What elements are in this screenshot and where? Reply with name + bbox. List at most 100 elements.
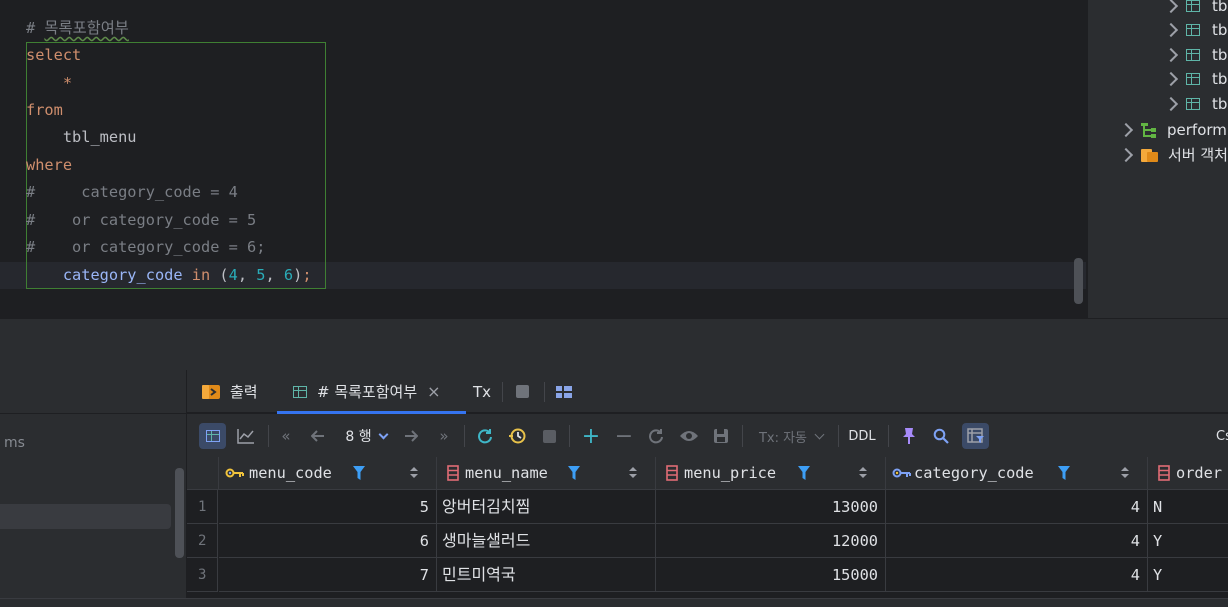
column-icon <box>447 465 459 481</box>
save-icon[interactable] <box>709 423 733 449</box>
row-number: 2 <box>187 524 218 558</box>
chevron-right-icon[interactable] <box>1163 96 1179 111</box>
code-line-star: * <box>26 74 73 92</box>
table-cell[interactable]: N <box>1148 490 1228 524</box>
close-tab-icon[interactable]: × <box>427 382 440 401</box>
output-icon <box>202 384 220 399</box>
tree-item-table[interactable]: tb <box>1163 42 1227 67</box>
stop-icon[interactable] <box>516 370 529 413</box>
row-number-header <box>187 457 219 490</box>
search-icon[interactable] <box>930 423 952 449</box>
code-line-comment-title: # 목록포함여부 <box>26 19 129 37</box>
chevron-right-icon[interactable] <box>1118 122 1134 137</box>
column-icon <box>1158 465 1170 481</box>
filter-icon[interactable] <box>1058 466 1070 480</box>
code-line-comment-2: # or category_code = 5 <box>26 211 257 229</box>
tab-query-result[interactable]: # 목록포함여부 × <box>277 370 466 414</box>
panel-divider-bar <box>0 318 1228 370</box>
transaction-mode-dropdown[interactable]: Tx: 자동 <box>753 423 829 449</box>
code-line-select: select <box>26 46 82 64</box>
table-icon <box>1186 48 1200 61</box>
table-view-button[interactable] <box>199 423 226 449</box>
table-icon <box>1186 97 1200 110</box>
table-cell[interactable]: Y <box>1148 524 1228 558</box>
sort-icon[interactable] <box>1121 466 1129 480</box>
chevron-right-icon[interactable] <box>1163 71 1179 86</box>
schema-icon <box>1141 122 1157 138</box>
prev-page-icon[interactable] <box>307 423 329 449</box>
table-cell[interactable]: 6 <box>219 524 437 558</box>
sort-icon[interactable] <box>859 466 867 480</box>
result-grid[interactable]: menu_code menu_name menu_price category_… <box>187 457 1228 598</box>
right-toolbar-label[interactable]: Cs <box>1216 423 1228 449</box>
table-cell[interactable]: 13000 <box>656 490 886 524</box>
table-icon <box>205 430 220 442</box>
pin-icon[interactable] <box>898 423 920 449</box>
filter-icon[interactable] <box>798 466 810 480</box>
tree-item-table[interactable]: tb <box>1163 17 1227 42</box>
row-count-dropdown[interactable]: 8 행 <box>337 423 395 449</box>
filter-icon[interactable] <box>568 466 580 480</box>
column-header-menu-price[interactable]: menu_price <box>656 457 886 490</box>
add-row-icon[interactable]: + <box>579 423 603 449</box>
chevron-right-icon[interactable] <box>1163 0 1179 13</box>
services-selected-item[interactable] <box>0 504 171 529</box>
chevron-right-icon[interactable] <box>1118 147 1134 162</box>
column-header-category-code[interactable]: category_code <box>886 457 1148 490</box>
key-icon <box>225 468 244 478</box>
editor-scrollbar[interactable] <box>1074 258 1083 304</box>
table-cell[interactable]: 5 <box>219 490 437 524</box>
ddl-button[interactable]: DDL <box>846 423 878 449</box>
history-icon[interactable] <box>505 423 529 449</box>
tree-item-server-objects[interactable]: 서버 객처 <box>1118 142 1228 167</box>
table-cell[interactable]: Y <box>1148 558 1228 592</box>
filter-panel-icon <box>966 428 984 443</box>
next-page-icon[interactable] <box>400 423 422 449</box>
code-line-where: where <box>26 156 73 174</box>
table-icon <box>1186 23 1200 36</box>
layout-icon[interactable] <box>556 370 572 413</box>
chevron-right-icon[interactable] <box>1163 47 1179 62</box>
sql-editor[interactable]: # 목록포함여부 select * from tbl_menu where # … <box>0 0 1086 318</box>
first-page-icon[interactable]: « <box>275 423 297 449</box>
table-icon <box>1186 0 1200 12</box>
tab-transactions[interactable]: Tx <box>473 370 491 413</box>
refresh-icon[interactable] <box>473 423 497 449</box>
code-line-comment-3: # or category_code = 6; <box>26 238 266 256</box>
table-cell[interactable]: 4 <box>886 558 1148 592</box>
services-item-label[interactable]: ms <box>4 435 25 451</box>
table-cell[interactable]: 12000 <box>656 524 886 558</box>
table-cell[interactable]: 4 <box>886 524 1148 558</box>
column-header-menu-code[interactable]: menu_code <box>219 457 437 490</box>
table-cell[interactable]: 민트미역국 <box>437 558 656 592</box>
tab-output[interactable]: 출력 <box>201 370 258 413</box>
filter-icon[interactable] <box>353 466 365 480</box>
database-tree[interactable]: tb tb tb tb tb perform 서버 객처 <box>1087 0 1228 318</box>
column-header-order[interactable]: order <box>1148 457 1228 490</box>
table-icon <box>293 385 307 398</box>
table-cell[interactable]: 7 <box>219 558 437 592</box>
table-cell[interactable]: 15000 <box>656 558 886 592</box>
column-icon <box>666 465 678 481</box>
tree-item-table[interactable]: tb <box>1163 66 1227 91</box>
services-scrollbar[interactable] <box>175 468 184 558</box>
tree-item-table[interactable]: tb <box>1163 91 1227 116</box>
chevron-right-icon[interactable] <box>1163 22 1179 37</box>
table-cell[interactable]: 앙버터김치찜 <box>437 490 656 524</box>
tree-item-schema[interactable]: perform <box>1118 117 1227 142</box>
revert-icon[interactable] <box>644 423 668 449</box>
column-header-menu-name[interactable]: menu_name <box>437 457 656 490</box>
stop-query-icon[interactable] <box>537 423 561 449</box>
last-page-icon[interactable]: » <box>433 423 455 449</box>
sort-icon[interactable] <box>410 466 418 480</box>
delete-row-icon[interactable]: − <box>612 423 636 449</box>
table-cell[interactable]: 4 <box>886 490 1148 524</box>
services-panel[interactable]: ms <box>0 370 187 607</box>
table-cell[interactable]: 생마늘샐러드 <box>437 524 656 558</box>
preview-eye-icon[interactable] <box>676 423 702 449</box>
sort-icon[interactable] <box>629 466 637 480</box>
tree-item-table[interactable]: tb <box>1163 0 1227 18</box>
chart-icon <box>237 429 254 444</box>
chart-view-button[interactable] <box>233 423 259 449</box>
filter-panel-button[interactable] <box>962 423 989 449</box>
